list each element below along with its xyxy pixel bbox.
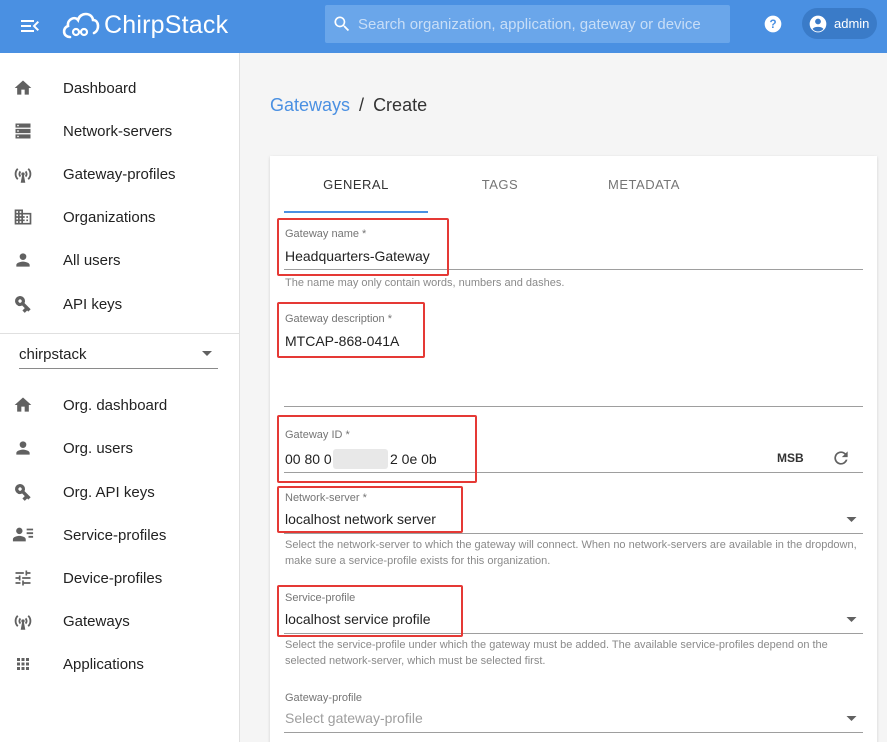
sidebar-item-label: Org. API keys	[63, 483, 155, 501]
byte-order-toggle-button[interactable]: MSB	[777, 451, 804, 465]
app-bar: ChirpStack ? admin	[0, 0, 887, 53]
sidebar-item-org-users[interactable]: Org. users	[0, 428, 240, 468]
sidebar-item-label: Network-servers	[63, 122, 173, 140]
tab-metadata[interactable]: METADATA	[572, 156, 716, 213]
radio-tower-icon	[12, 163, 34, 185]
home-icon	[12, 77, 34, 99]
sidebar: Dashboard Network-servers Gateway-profil…	[0, 53, 240, 742]
sidebar-item-service-profiles[interactable]: Service-profiles	[0, 515, 240, 555]
sidebar-item-label: Applications	[63, 655, 144, 673]
menu-open-icon[interactable]	[18, 14, 42, 38]
home-icon	[12, 394, 34, 416]
sidebar-item-network-servers[interactable]: Network-servers	[0, 111, 240, 151]
sidebar-item-label: Org. users	[63, 439, 134, 457]
sidebar-item-applications[interactable]: Applications	[0, 644, 240, 684]
gateway-name-helper: The name may only contain words, numbers…	[285, 277, 565, 289]
sidebar-item-device-profiles[interactable]: Device-profiles	[0, 558, 240, 598]
key-icon	[12, 293, 34, 315]
chevron-down-icon	[202, 351, 212, 356]
account-circle-icon	[809, 15, 827, 32]
user-name: admin	[834, 16, 870, 31]
chevron-down-icon[interactable]	[846, 517, 857, 523]
organization-select-value: chirpstack	[19, 346, 87, 363]
highlight-box	[277, 415, 477, 483]
sidebar-item-label: API keys	[63, 295, 123, 313]
cloud-logo-icon	[62, 12, 100, 39]
help-icon[interactable]: ?	[763, 14, 783, 34]
gateway-profile-label: Gateway-profile	[285, 692, 363, 704]
sidebar-item-organizations[interactable]: Organizations	[0, 197, 240, 237]
sidebar-item-gateways[interactable]: Gateways	[0, 601, 240, 641]
server-icon	[12, 120, 34, 142]
sidebar-item-label: Service-profiles	[63, 526, 167, 544]
highlight-box	[277, 218, 449, 276]
sidebar-item-api-keys[interactable]: API keys	[0, 284, 240, 324]
person-icon	[12, 437, 34, 459]
sidebar-item-all-users[interactable]: All users	[0, 240, 240, 280]
sidebar-item-label: Gateways	[63, 612, 130, 630]
breadcrumb-gateways-link[interactable]: Gateways	[270, 95, 350, 116]
radio-tower-icon	[12, 610, 34, 632]
breadcrumb-separator: /	[359, 95, 365, 115]
building-icon	[12, 206, 34, 228]
sidebar-item-org-api-keys[interactable]: Org. API keys	[0, 472, 240, 512]
person-icon	[12, 249, 34, 271]
gateway-description-underline	[284, 406, 863, 407]
tune-icon	[12, 567, 34, 589]
key-icon	[12, 481, 34, 503]
sidebar-item-label: Organizations	[63, 208, 156, 226]
account-details-icon	[12, 524, 34, 546]
active-tab-indicator	[284, 211, 428, 213]
tab-tags[interactable]: TAGS	[428, 156, 572, 213]
highlight-box	[277, 486, 463, 533]
app-name: ChirpStack	[104, 10, 229, 39]
sidebar-item-gateway-profiles[interactable]: Gateway-profiles	[0, 154, 240, 194]
highlight-box	[277, 302, 425, 358]
search-box[interactable]	[325, 5, 730, 43]
svg-text:?: ?	[769, 18, 776, 31]
refresh-icon[interactable]	[831, 448, 851, 468]
breadcrumb-current: Create	[373, 95, 428, 115]
gateway-profile-select[interactable]: Select gateway-profile	[285, 710, 423, 726]
chevron-down-icon[interactable]	[846, 617, 857, 623]
network-server-helper: Select the network-server to which the g…	[285, 539, 857, 567]
gateway-profile-underline	[284, 732, 863, 733]
sidebar-item-label: Org. dashboard	[63, 396, 168, 414]
apps-grid-icon	[12, 653, 34, 675]
sidebar-item-label: Gateway-profiles	[63, 165, 176, 183]
organization-select[interactable]: chirpstack	[19, 341, 218, 369]
sidebar-item-dashboard[interactable]: Dashboard	[0, 68, 240, 108]
search-input[interactable]	[358, 15, 718, 33]
network-server-underline	[284, 533, 863, 534]
chirpstack-logo[interactable]: ChirpStack	[60, 8, 228, 42]
sidebar-divider	[0, 333, 240, 334]
breadcrumb: Gateways / Create	[270, 95, 427, 116]
search-icon	[334, 16, 350, 32]
highlight-box	[277, 585, 463, 637]
user-menu-button[interactable]: admin	[802, 8, 877, 39]
chevron-down-icon[interactable]	[846, 716, 857, 722]
tab-general[interactable]: GENERAL	[284, 156, 428, 213]
sidebar-item-label: All users	[63, 251, 121, 269]
service-profile-helper: Select the service-profile under which t…	[285, 639, 828, 667]
sidebar-item-label: Device-profiles	[63, 569, 163, 587]
sidebar-item-label: Dashboard	[63, 79, 137, 97]
sidebar-item-org-dashboard[interactable]: Org. dashboard	[0, 385, 240, 425]
